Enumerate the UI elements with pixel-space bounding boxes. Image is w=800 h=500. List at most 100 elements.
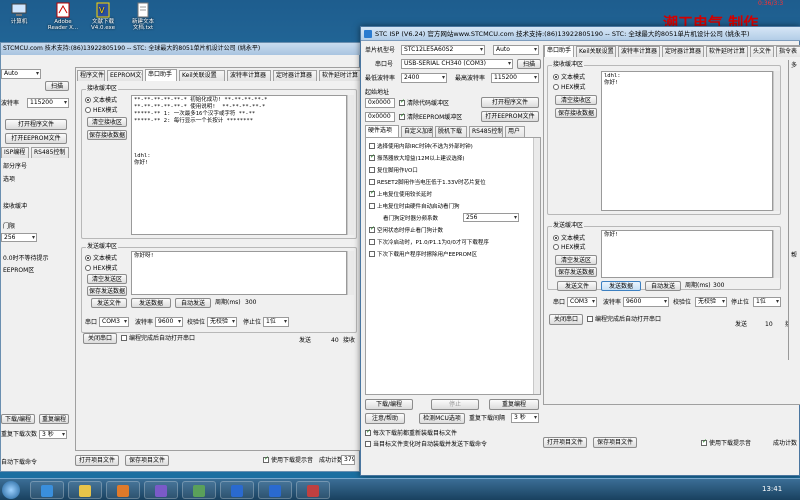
wdt-divider-select[interactable]: 256 <box>463 213 519 222</box>
back-open-eeprom-button[interactable]: 打开EEPROM文件 <box>5 133 67 144</box>
recorder-icon[interactable] <box>296 481 330 499</box>
back-tab-serial[interactable]: 串口助手 <box>145 69 177 81</box>
settings-icon[interactable] <box>182 481 216 499</box>
serial-parity-select[interactable]: 无校验 <box>695 297 727 307</box>
desktop-icon-download[interactable]: V 文献下载 V4.0.exe <box>86 2 120 31</box>
recv-text-mode-radio[interactable]: 文本模式 <box>553 73 585 82</box>
clear-recv-button[interactable]: 清空接收区 <box>555 95 597 105</box>
code-addr-input[interactable]: 0x0000 <box>365 98 395 108</box>
windows-start-icon[interactable] <box>2 481 20 499</box>
mcu-mode-select[interactable]: Auto <box>493 45 539 55</box>
min-baud-select[interactable]: 2400 <box>401 73 447 83</box>
back-tab-isp[interactable]: ISP编程 <box>1 147 29 158</box>
ie-icon[interactable] <box>30 481 64 499</box>
reload-before-download-checkbox[interactable]: 每次下载前都重新装载目标文件 <box>365 428 457 438</box>
opt-hw-watchdog[interactable]: 上电复位时由硬件自动启动看门狗 <box>369 202 460 211</box>
tab-custom-encrypt[interactable]: 自定义加密 <box>401 126 433 137</box>
back-reprogram-button[interactable]: 重复编程 <box>39 414 69 424</box>
max-baud-select[interactable]: 115200 <box>491 73 539 83</box>
auto-download-on-change-checkbox[interactable]: 当目标文件变化时自动装载并发送下载命令 <box>365 440 487 449</box>
auto-open-serial-checkbox[interactable]: 编程完成后自动打开串口 <box>587 315 661 324</box>
back-baud-select2[interactable]: 9600 <box>155 317 183 327</box>
desktop-icon-adobe[interactable]: Adobe Reader X... <box>46 2 80 31</box>
serial-stop-select[interactable]: 1位 <box>753 297 781 307</box>
back-baud-select[interactable]: 115200 <box>27 98 69 108</box>
back-parity-select[interactable]: 无校验 <box>207 317 237 327</box>
back-clear-recv-button[interactable]: 清空接收区 <box>87 117 127 127</box>
stop-button[interactable]: 停止 <box>431 399 479 410</box>
open-program-button[interactable]: 打开程序文件 <box>481 97 539 108</box>
clock[interactable]: 13:41 <box>762 485 782 493</box>
back-open-program-button[interactable]: 打开程序文件 <box>5 119 67 130</box>
back-send-textarea[interactable]: 你好呀! <box>131 251 347 295</box>
back-recv-textarea[interactable]: **-**-**-**-**-* 初始化成功! **-**-**-**-* **… <box>131 95 347 235</box>
back-window-titlebar[interactable]: STCMCU.com 技术支持:(86)13922805190 -- STC: … <box>1 43 361 55</box>
send-scrollbar[interactable] <box>773 230 780 278</box>
hardware-options-scrollbar[interactable] <box>533 138 540 394</box>
back-stop-select[interactable]: 1位 <box>263 317 289 327</box>
tab-delay-calc[interactable]: 软件延时计算 <box>706 46 748 57</box>
desktop-icon-textfile[interactable]: 新建文本 文档.txt <box>126 2 160 31</box>
back-save-recv-button[interactable]: 保存接收数据 <box>87 130 127 140</box>
serial-baud-select[interactable]: 9600 <box>623 297 669 307</box>
back-clear-send-button[interactable]: 清空发送区 <box>87 274 127 284</box>
tab-timer-calc[interactable]: 定时器计算器 <box>662 46 704 57</box>
open-project-button[interactable]: 打开项目文件 <box>543 437 587 448</box>
back-save-send-button[interactable]: 保存发送数据 <box>87 286 127 296</box>
back-tab-keil[interactable]: Keil关联设置 <box>179 70 225 81</box>
back-tab-timercalc[interactable]: 定时器计算器 <box>273 70 317 81</box>
send-textarea[interactable]: 你好! <box>601 230 773 278</box>
back-tab-rs485[interactable]: RS485控制 <box>31 147 69 158</box>
reprogram-button[interactable]: 重复编程 <box>489 399 539 410</box>
close-serial-button[interactable]: 关闭串口 <box>549 314 583 325</box>
opt-idle-stop-wdt[interactable]: 空闲状态时停止看门狗计数 <box>369 225 443 235</box>
save-recv-button[interactable]: 保存接收数据 <box>555 108 597 118</box>
opt-reset2[interactable]: RESET2脚用作当电压低于1.33V时芯片复位 <box>369 178 486 187</box>
folder-icon[interactable] <box>68 481 102 499</box>
opt-osc-gain[interactable]: 振荡器放大增益(12M以上建议选择) <box>369 153 465 163</box>
tab-serial-assistant[interactable]: 串口助手 <box>544 45 574 57</box>
scan-button[interactable]: 扫描 <box>517 59 541 69</box>
clear-send-button[interactable]: 清空发送区 <box>555 255 597 265</box>
book-icon[interactable] <box>144 481 178 499</box>
opt-internal-irc[interactable]: 选择使用内部IRC时钟(不选为外部时钟) <box>369 142 473 151</box>
back-tab-delaycalc[interactable]: 软件延时计算 <box>319 70 361 81</box>
back-download-button[interactable]: 下载/编程 <box>1 414 35 424</box>
tab-baud-calc[interactable]: 波特率计算器 <box>618 46 660 57</box>
send-file-button[interactable]: 发送文件 <box>557 281 597 291</box>
back-wdt-select[interactable]: 256 <box>1 233 37 242</box>
back-auto-send-button[interactable]: 自动发送 <box>175 298 211 308</box>
tab-user[interactable]: 用户 <box>505 126 525 137</box>
opt-reset-io[interactable]: 复位脚用作I/O口 <box>369 166 418 175</box>
back-recv-hex-mode[interactable]: HEX模式 <box>85 106 117 115</box>
back-close-port-button[interactable]: 关闭串口 <box>83 333 117 344</box>
back-send-text-mode[interactable]: 文本模式 <box>85 254 117 263</box>
back-scan-button[interactable]: 扫描 <box>45 81 69 91</box>
back-tab-baudcalc[interactable]: 波特率计算器 <box>227 70 271 81</box>
tab-hardware-options[interactable]: 硬件选项 <box>365 125 399 137</box>
back-send-scrollbar[interactable] <box>347 251 354 295</box>
tab-offline-download[interactable]: 脱机下载 <box>435 126 467 137</box>
opt-cold-start-p1[interactable]: 下次冷启动时，P1.0/P1.1为0/0才可下载程序 <box>369 238 489 247</box>
send-hex-mode-radio[interactable]: HEX模式 <box>553 243 585 252</box>
back-open-project-button[interactable]: 打开项目文件 <box>75 455 119 466</box>
recv-textarea[interactable]: ldhl: 你好! <box>601 71 773 211</box>
back-tab-eeprom[interactable]: EEPROM文件 <box>107 70 143 81</box>
recv-scrollbar[interactable] <box>773 71 780 211</box>
auto-send-button[interactable]: 自动发送 <box>645 281 681 291</box>
tab-keil-settings[interactable]: Keil关联设置 <box>576 46 616 57</box>
detect-mcu-button[interactable]: 检测MCU选项 <box>419 413 465 424</box>
media-player-icon[interactable] <box>106 481 140 499</box>
stc-isp-icon[interactable] <box>258 481 292 499</box>
help-button[interactable]: 注意/帮助 <box>365 413 405 424</box>
download-prompt-checkbox[interactable]: 使用下载提示音 <box>701 438 751 448</box>
save-send-button[interactable]: 保存发送数据 <box>555 267 597 277</box>
back-chip-mode-select[interactable]: Auto <box>1 69 41 79</box>
repeat-interval-select[interactable]: 3 秒 <box>511 413 539 423</box>
mcu-select[interactable]: STC12LE5A60S2 <box>401 45 485 55</box>
back-recv-text-mode[interactable]: 文本模式 <box>85 96 117 105</box>
back-send-file-button[interactable]: 发送文件 <box>91 298 127 308</box>
recv-hex-mode-radio[interactable]: HEX模式 <box>553 83 585 92</box>
download-program-button[interactable]: 下载/编程 <box>365 399 413 410</box>
opt-long-reset-delay[interactable]: 上电复位使用较长延时 <box>369 189 432 199</box>
